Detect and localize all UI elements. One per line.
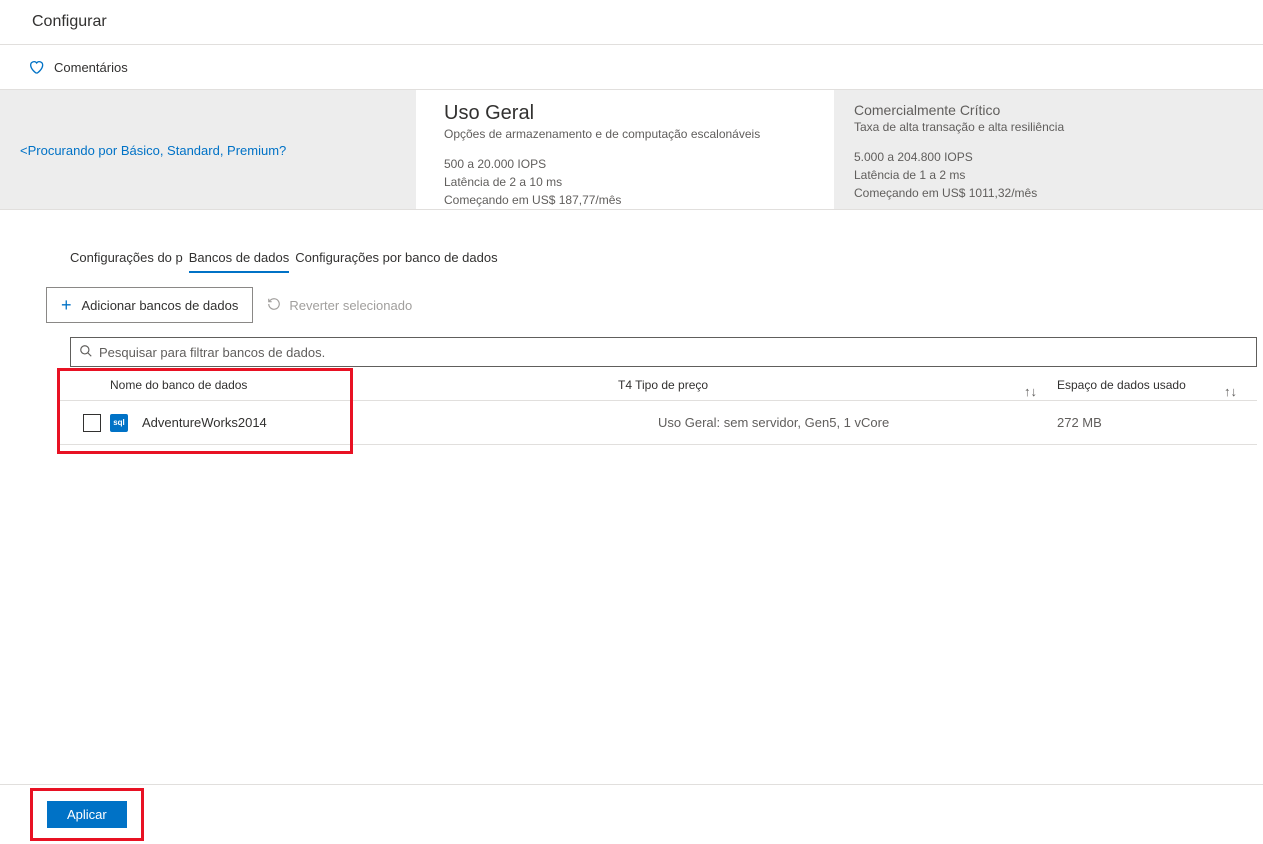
- tier-critical-latency: Latência de 1 a 2 ms: [854, 166, 1243, 184]
- revert-selected-label: Reverter selecionado: [289, 298, 412, 313]
- row-database-name: AdventureWorks2014: [142, 415, 267, 430]
- tier-critical-price: Começando em US$ 1011,32/: [854, 186, 1015, 200]
- tab-pool-settings[interactable]: Configurações do p: [70, 250, 183, 273]
- basic-standard-premium-link[interactable]: <Procurando por Básico, Standard, Premiu…: [20, 143, 396, 158]
- row-checkbox[interactable]: [83, 414, 101, 432]
- tier-general-title: Uso Geral: [444, 102, 814, 125]
- add-databases-label: Adicionar bancos de dados: [82, 298, 239, 313]
- table-row[interactable]: sql AdventureWorks2014 Uso Geral: sem se…: [60, 401, 1257, 445]
- tier-critical-subtitle: Taxa de alta transação e alta resiliênci…: [854, 120, 1243, 134]
- sort-icon[interactable]: ↑↓: [1224, 384, 1237, 399]
- tier-critical-specs: 5.000 a 204.800 IOPS Latência de 1 a 2 m…: [854, 148, 1243, 202]
- row-checkbox-cell: [60, 414, 110, 432]
- table-header-row: Nome do banco de dados T4 Tipo de preço …: [60, 369, 1257, 401]
- toolbar: + Adicionar bancos de dados Reverter sel…: [0, 273, 1263, 337]
- tab-databases[interactable]: Bancos de dados: [189, 250, 289, 273]
- th-data-space[interactable]: Espaço de dados usado ↑↓: [1057, 378, 1257, 392]
- comments-bar[interactable]: Comentários: [0, 45, 1263, 90]
- page-header: Configurar: [0, 0, 1263, 45]
- tier-general-latency: Latência de 2 a 10 ms: [444, 173, 814, 191]
- th-pricing-tier[interactable]: T4 Tipo de preço ↑↓: [610, 378, 1057, 392]
- tier-critical-per: mês: [1015, 186, 1038, 200]
- th-pricing-tier-label: T4 Tipo de preço: [618, 378, 708, 392]
- apply-button[interactable]: Aplicar: [47, 801, 127, 828]
- comments-label: Comentários: [54, 60, 128, 75]
- tier-critical-title: Comercialmente Crítico: [854, 102, 1243, 118]
- th-database-name[interactable]: Nome do banco de dados: [110, 378, 610, 392]
- tier-general-specs: 500 a 20.000 IOPS Latência de 2 a 10 ms …: [444, 155, 814, 209]
- annotation-highlight-apply: Aplicar: [30, 788, 144, 841]
- databases-table: Nome do banco de dados T4 Tipo de preço …: [0, 369, 1263, 445]
- tier-general-purpose[interactable]: Uso Geral Opções de armazenamento e de c…: [416, 90, 834, 209]
- tier-search-cell: <Procurando por Básico, Standard, Premiu…: [0, 90, 416, 209]
- tier-general-per: mês: [599, 193, 622, 207]
- th-data-space-label: Espaço de dados usado: [1057, 378, 1186, 392]
- search-input[interactable]: [99, 345, 1248, 360]
- tier-general-subtitle: Opções de armazenamento e de computação …: [444, 127, 814, 141]
- search-wrap: [0, 337, 1263, 367]
- tabs-row: Configurações do p Bancos de dados Confi…: [0, 210, 1263, 273]
- tier-general-price: Começando em US$ 187,77/: [444, 193, 599, 207]
- add-databases-button[interactable]: + Adicionar bancos de dados: [46, 287, 253, 323]
- database-icon: sql: [110, 414, 128, 432]
- search-box[interactable]: [70, 337, 1257, 367]
- search-icon: [79, 344, 93, 361]
- row-pricing-tier: Uso Geral: sem servidor, Gen5, 1 vCore: [610, 415, 1057, 430]
- page-title: Configurar: [32, 13, 107, 31]
- pricing-tier-row: <Procurando por Básico, Standard, Premiu…: [0, 90, 1263, 210]
- revert-selected-button[interactable]: Reverter selecionado: [257, 289, 422, 322]
- undo-icon: [267, 297, 281, 314]
- row-data-space: 272 MB: [1057, 415, 1257, 430]
- tier-business-critical[interactable]: Comercialmente Crítico Taxa de alta tran…: [834, 90, 1263, 209]
- plus-icon: +: [61, 296, 72, 314]
- tab-per-database[interactable]: Configurações por banco de dados: [295, 250, 497, 273]
- heart-icon: [28, 59, 44, 75]
- footer: Aplicar: [0, 784, 1263, 844]
- row-name-cell: sql AdventureWorks2014: [110, 414, 610, 432]
- tier-general-iops: 500 a 20.000 IOPS: [444, 155, 814, 173]
- tier-critical-iops: 5.000 a 204.800 IOPS: [854, 148, 1243, 166]
- sort-icon[interactable]: ↑↓: [1024, 384, 1037, 399]
